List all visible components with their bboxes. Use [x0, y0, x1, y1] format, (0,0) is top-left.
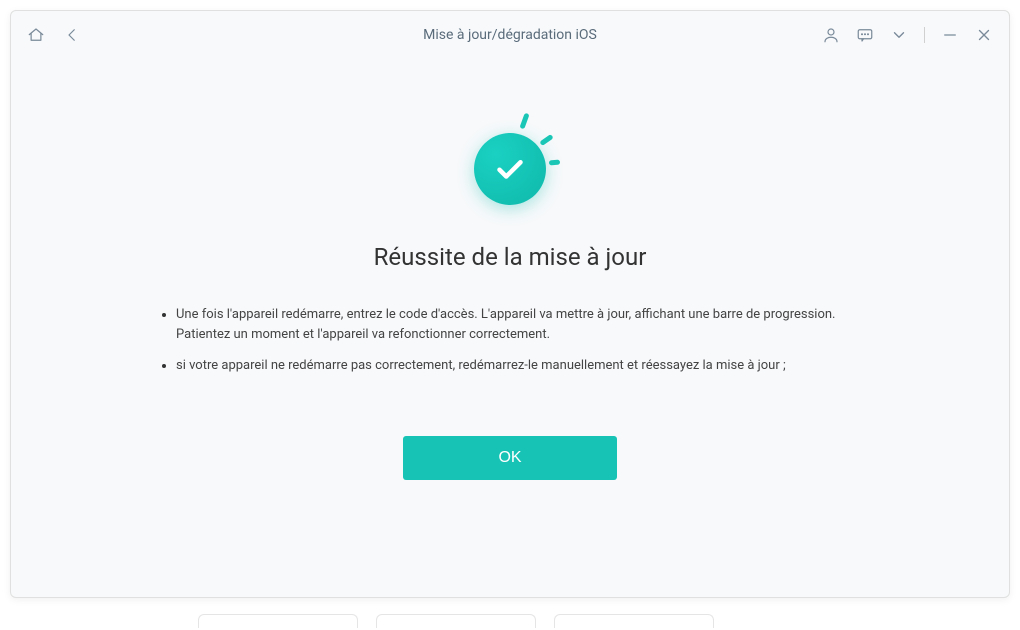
ray-icon	[519, 113, 529, 130]
check-icon	[474, 133, 546, 205]
ok-button[interactable]: OK	[403, 436, 617, 480]
back-icon[interactable]	[63, 26, 81, 44]
ghost-box	[376, 614, 536, 628]
titlebar: Mise à jour/dégradation iOS	[11, 11, 1009, 59]
ray-icon	[549, 160, 560, 166]
chevron-down-icon[interactable]	[890, 26, 908, 44]
list-item: si votre appareil ne redémarre pas corre…	[176, 356, 860, 376]
titlebar-right	[822, 26, 993, 44]
ghost-box	[198, 614, 358, 628]
background-shapes	[198, 614, 714, 628]
list-item: Une fois l'appareil redémarre, entrez le…	[176, 305, 860, 344]
ray-icon	[539, 134, 553, 146]
home-icon[interactable]	[27, 26, 45, 44]
success-headline: Réussite de la mise à jour	[374, 243, 647, 271]
ghost-box	[554, 614, 714, 628]
instructions-list: Une fois l'appareil redémarre, entrez le…	[160, 305, 860, 388]
user-icon[interactable]	[822, 26, 840, 44]
titlebar-divider	[924, 27, 925, 43]
close-icon[interactable]	[975, 26, 993, 44]
content-area: Réussite de la mise à jour Une fois l'ap…	[11, 59, 1009, 597]
minimize-icon[interactable]	[941, 26, 959, 44]
success-graphic	[460, 119, 560, 219]
feedback-icon[interactable]	[856, 26, 874, 44]
titlebar-left	[27, 26, 81, 44]
app-window: Mise à jour/dégradation iOS	[10, 10, 1010, 598]
